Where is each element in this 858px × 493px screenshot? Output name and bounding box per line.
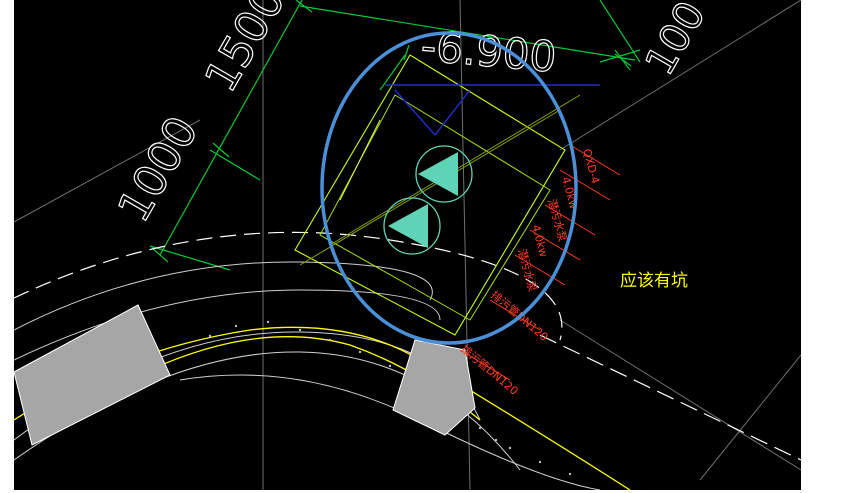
dimension-text-100: 100: [637, 0, 715, 83]
annotation-note: 应该有坑: [620, 271, 688, 291]
dashed-pipe-line-2: [539, 334, 801, 461]
dimension-text-1500: 1500: [195, 0, 295, 101]
pump-triangle-icon: [418, 152, 458, 196]
pump-triangle-icon: [388, 204, 428, 248]
gray-slab-left: [14, 304, 171, 446]
pump-model-label: QXD-4: [580, 147, 602, 185]
pump-pit: [294, 54, 600, 336]
cad-drawing: 1500 1000 100 -6.900 QXD-4 4.0kw 潜污水泵 4.…: [14, 0, 801, 490]
cad-viewport[interactable]: 1500 1000 100 -6.900 QXD-4 4.0kw 潜污水泵 4.…: [14, 0, 801, 490]
dashed-pipe-line: [14, 231, 563, 341]
elevation-text: -6.900: [419, 21, 558, 82]
pump-2[interactable]: [383, 197, 441, 255]
pump-name-label-2: 潜污水泵: [515, 247, 540, 293]
pump-label-group: QXD-4 4.0kw 潜污水泵 4.0kw 潜污水泵 排污管DN120 排污管…: [458, 147, 602, 397]
pump-power-label-2: 4.0kw: [529, 223, 550, 258]
dimension-text-1000: 1000: [108, 108, 208, 230]
